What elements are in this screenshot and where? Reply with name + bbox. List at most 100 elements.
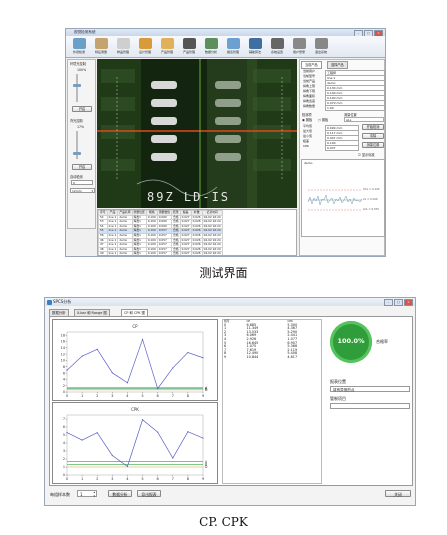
spc-close-x-button[interactable]: × — [404, 299, 413, 306]
data-point — [66, 432, 68, 434]
backlight-toggle-button[interactable]: 开启 — [72, 164, 92, 170]
close-button-bottom[interactable]: 关闭 — [385, 490, 411, 497]
pass-rate-value: 100.0% — [337, 337, 365, 345]
table-cell: 4.617 — [287, 354, 298, 359]
toolbar-button-0[interactable]: 外观检测 — [69, 38, 89, 54]
toolbar-button-10[interactable]: 用户登录 — [289, 38, 309, 54]
lens-dropdown-value: 12mm — [72, 189, 82, 193]
spc-content: CP 0 2 4 6 8 10 12 14 16 18 0 1 2 3 4 5 6 7 8 9 A B D CPK 0 1 2 3 4 5… — [49, 316, 413, 486]
y-tick-label: 8 — [63, 365, 65, 369]
result-table-container: 序号 产品 产品名称 测量位置 规格 测量数值 结果 偏差 补偿 记录时间 52 line 1 dem… — [97, 209, 297, 256]
spc-tab-bar: 数据分析 X-bar 和 Range 图 CP 和 CPK 图 — [49, 309, 249, 317]
stepper-arrows-icon[interactable]: ▴ ▾ — [93, 490, 95, 498]
toolbar-button-3[interactable]: 设计管理 — [135, 38, 155, 54]
ambient-light-toggle-button[interactable]: 开启 — [72, 106, 92, 112]
backlight-value: 17% — [77, 125, 85, 129]
camera-view[interactable]: 89Z LD-IS — [97, 59, 297, 208]
spc-maximize-button[interactable]: □ — [394, 299, 403, 306]
inspection-titlebar: 视觉检测系统 – □ × — [66, 29, 385, 37]
cpk-chart: CPK 0 1 2 3 4 5 6 7 0 1 2 3 4 5 6 7 8 9 A B D — [52, 402, 218, 484]
result-table: 序号 产品 产品名称 测量位置 规格 测量数值 结果 偏差 补偿 记录时间 52 line 1 dem… — [98, 210, 223, 256]
spc-window: SPCS分析 – □ × 数据分析 X-bar 和 Range 图 CP 和 C… — [44, 297, 416, 506]
y-tick-label: 12 — [61, 352, 65, 356]
toolbar-label: 产品管理 — [160, 50, 173, 54]
detect-area-select[interactable]: ALL — [344, 117, 384, 122]
toolbar-button-9[interactable]: 系统设置 — [267, 38, 287, 54]
table-row[interactable]: 9 10.844 4.617 — [223, 354, 321, 360]
data-analysis-button[interactable]: 数据分析 — [108, 490, 132, 497]
data-point — [81, 355, 83, 357]
x-tick-label: 2 — [96, 394, 98, 398]
exit-icon — [314, 38, 328, 49]
backlight-slider-thumb[interactable] — [73, 152, 81, 155]
x-tick-label: 9 — [202, 394, 205, 398]
toolbar-button-1[interactable]: 特征测量 — [91, 38, 111, 54]
data-point — [126, 382, 129, 384]
stat-value: 0.037 — [325, 144, 359, 151]
toolbar-button-2[interactable]: 样品管理 — [113, 38, 133, 54]
cp-chart-plot: CP0246810121416180 1 2 3 4 5 6 7 8 9ABD — [61, 324, 208, 398]
spc-minimize-button[interactable]: – — [384, 299, 393, 306]
show-standard-checkbox[interactable]: ☑ 显示标准 — [358, 152, 375, 157]
product-icon — [160, 38, 174, 49]
data-point — [141, 338, 144, 341]
toolbar-button-5[interactable]: 产品管理 — [179, 38, 199, 54]
table-cell: 49 — [98, 251, 108, 255]
y-tick-label: 3 — [63, 449, 65, 453]
toolbar-button-11[interactable]: 退出系统 — [311, 38, 331, 54]
report-location-label: 报表位置 — [330, 379, 346, 384]
data-point — [81, 439, 83, 441]
cl-label: CL = 0.100 — [363, 198, 378, 201]
y-tick-label: 0 — [63, 473, 65, 477]
x-tick-label: 3 — [111, 394, 113, 398]
y-tick-label: 10 — [61, 359, 65, 363]
table-cell: 10.844 — [246, 354, 259, 359]
auto-detect-input[interactable]: 0 — [71, 180, 93, 185]
table-cell: 0.057 — [156, 251, 172, 255]
field-value[interactable]: 1.00 — [325, 104, 385, 111]
sample-size-value: 1 — [80, 492, 83, 497]
product-tabs: 当前产品 选择产品 — [301, 61, 385, 69]
x-tick-label: 5 — [141, 394, 143, 398]
y-tick-label: 16 — [61, 340, 65, 344]
data-point — [172, 457, 174, 459]
data-point — [66, 369, 68, 371]
measure-position-button[interactable]: 测量位置 — [362, 142, 384, 148]
start-detect-button[interactable]: 开始检测 — [362, 124, 384, 130]
toolbar-label: 退出系统 — [314, 50, 327, 54]
toolbar-button-6[interactable]: 数据分析 — [201, 38, 221, 54]
x-tick-label: 8 — [187, 477, 190, 481]
toolbar-button-8[interactable]: 辅助算法 — [245, 38, 265, 54]
cpk-chart-plot: CPK012345670 1 2 3 4 5 6 7 8 9ABD — [63, 407, 208, 481]
product-tab-0[interactable]: 当前产品 — [301, 61, 322, 69]
product-tab-1[interactable]: 选择产品 — [327, 61, 348, 69]
product-info-panel: 当前产品 选择产品 当前用户 工程师 当前型号 line 1 当前产品 demo 焊角上限 0.… — [299, 59, 385, 256]
control-item-input[interactable] — [330, 403, 410, 409]
toolbar-button-4[interactable]: 产品管理 — [157, 38, 177, 54]
detect-option-1[interactable]: ◉ 钢板 — [302, 117, 312, 122]
sample-size-stepper[interactable]: 1 ▴ ▾ — [77, 490, 97, 497]
ambient-light-slider-thumb[interactable] — [73, 84, 81, 87]
toolbar-label: 数据分析 — [204, 50, 217, 54]
table-cell: line 1 — [106, 251, 119, 256]
ambient-light-slider[interactable] — [76, 74, 78, 102]
chart-title: CPK — [131, 407, 139, 412]
y-tick-label: 6 — [63, 371, 65, 375]
lens-dropdown[interactable]: 12mm ▾ — [70, 188, 95, 193]
y-tick-label: 18 — [61, 333, 65, 337]
chart-icon — [204, 38, 218, 49]
toolbar-button-7[interactable]: 报表管理 — [223, 38, 243, 54]
report-location-input[interactable]: 将有异常的点 — [330, 386, 410, 392]
toolbar-label: 用户登录 — [292, 50, 305, 54]
clear-button[interactable]: 清除 — [362, 133, 384, 139]
data-point — [111, 454, 113, 457]
y-tick-label: 2 — [63, 384, 65, 388]
data-point — [96, 432, 98, 434]
pcb-image — [97, 59, 297, 208]
toolbar-label: 辅助算法 — [248, 50, 261, 54]
data-point — [157, 388, 159, 390]
export-report-button[interactable]: 导出报表 — [137, 490, 161, 497]
detect-option-2[interactable]: ○ 钢板 — [318, 117, 328, 122]
table-row[interactable]: 49 line 1 demo 焊盘1 0.100 0.057 合格 0.027 0.026 04-… — [98, 251, 223, 256]
x-tick-label: 4 — [126, 394, 129, 398]
